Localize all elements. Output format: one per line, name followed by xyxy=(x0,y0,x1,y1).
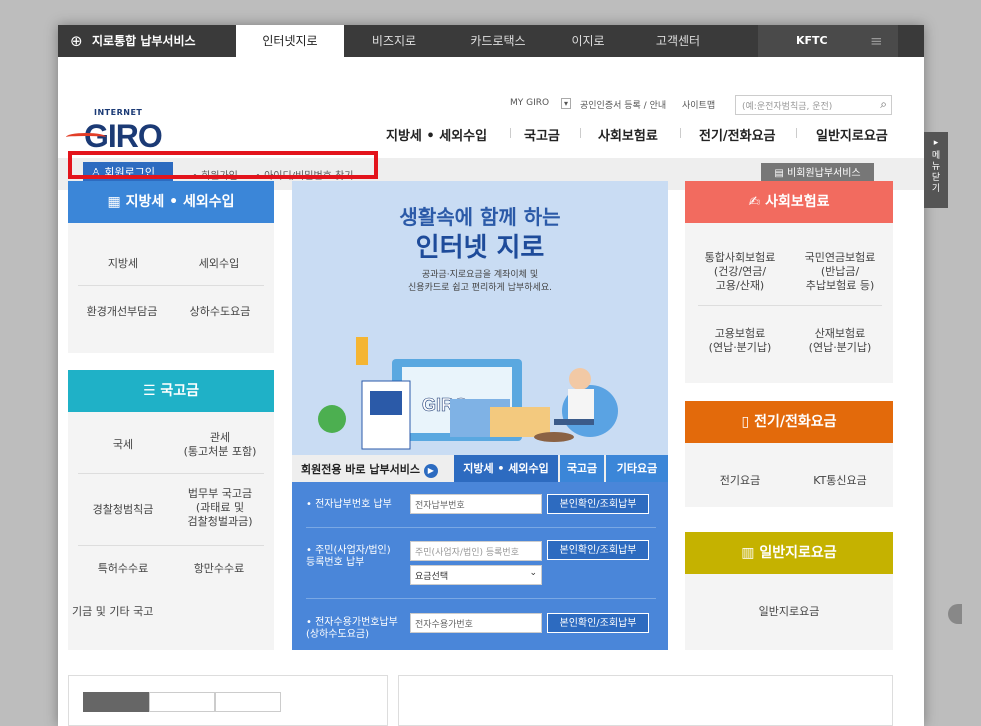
justice-ministry-link[interactable]: 법무부 국고금 (과태료 및 검찰청벌과금) xyxy=(170,487,270,529)
epay-number-label: • 전자납부번호 납부 xyxy=(306,499,392,510)
banner-line3: 공과금·지로요금을 계좌이체 및 신용카드로 쉽고 편리하게 납부하세요. xyxy=(408,270,552,293)
tab-local-tax[interactable]: 지방세 • 세외수입 xyxy=(454,455,558,482)
industrial-insurance-link[interactable]: 산재보험료 (연납·분기납) xyxy=(790,327,890,355)
chart-icon: ▥ xyxy=(741,545,755,561)
general-giro-link[interactable]: 일반지로요금 xyxy=(685,605,893,619)
pen-icon: ✍ xyxy=(748,194,761,210)
bottom-tab-2[interactable] xyxy=(149,692,215,712)
nav-general-giro[interactable]: 일반지로요금 xyxy=(816,125,888,144)
arrow-right-icon[interactable]: ▶ xyxy=(423,464,438,478)
bottom-tab-1[interactable] xyxy=(83,692,149,712)
logo-swoosh-icon xyxy=(66,133,106,141)
national-pension-link[interactable]: 국민연금보험료 (반납금/ 추납보험료 등) xyxy=(790,251,890,293)
water-account-label: • 전자수용가번호납부 (상하수도요금) xyxy=(306,617,398,640)
promo-banner[interactable]: 생활속에 함께 하는 인터넷 지로 공과금·지로요금을 계좌이체 및 신용카드로… xyxy=(292,181,668,476)
employment-insurance-link[interactable]: 고용보험료 (연납·분기납) xyxy=(692,327,788,355)
police-fine-link[interactable]: 경찰청범칙금 xyxy=(78,503,168,517)
environment-charge-link[interactable]: 환경개선부담금 xyxy=(70,305,174,319)
bottom-panel-right xyxy=(398,675,893,726)
tab-national[interactable]: 국고금 xyxy=(560,455,604,482)
kt-telecom-link[interactable]: KT통신요금 xyxy=(790,474,890,488)
banner-illustration: GIRO xyxy=(318,337,618,450)
reg-number-input[interactable]: 주민(사업자/법인) 등록번호 xyxy=(410,541,542,561)
cert-link[interactable]: 공인인증서 등록 / 안내 xyxy=(580,98,666,111)
bottom-panel-left xyxy=(68,675,388,726)
local-tax-header[interactable]: ▦ 지방세 • 세외수입 xyxy=(68,181,274,223)
electricity-bill-link[interactable]: 전기요금 xyxy=(692,474,788,488)
water-verify-button[interactable]: 본인확인/조회납부 xyxy=(547,613,649,633)
search-input[interactable]: (예:운전자범칙금, 운전) ⌕ xyxy=(735,95,892,115)
epay-number-input[interactable]: 전자납부번호 xyxy=(410,494,542,514)
hamburger-icon[interactable]: ≡ xyxy=(870,25,883,57)
general-giro-header[interactable]: ▥ 일반지로요금 xyxy=(685,532,893,574)
tab-card-tax[interactable]: 카드로택스 xyxy=(448,25,548,57)
menu-close-tab[interactable]: ▸ 메뉴닫기 xyxy=(924,132,948,208)
banner-line2: 인터넷 지로 xyxy=(415,233,545,263)
brand-title[interactable]: 지로통합 납부서비스 xyxy=(92,25,196,57)
mygiro-link[interactable]: MY GIRO xyxy=(510,98,549,108)
browser-page: ⊕ 지로통합 납부서비스 인터넷지로 비즈지로 카드로택스 이지로 고객센터 K… xyxy=(58,25,924,726)
customs-link[interactable]: 관세 (통고처분 포함) xyxy=(170,431,270,459)
tab-internet-giro[interactable]: 인터넷지로 xyxy=(236,25,344,57)
calculator-icon: ▦ xyxy=(107,194,121,210)
document-icon: ▤ xyxy=(774,168,784,179)
electric-phone-header[interactable]: ▯ 전기/전화요금 xyxy=(685,401,893,443)
caret-right-icon: ▸ xyxy=(933,138,939,148)
highlight-box xyxy=(68,151,378,179)
national-header[interactable]: ☰ 국고금 xyxy=(68,370,274,412)
tab-e-giro[interactable]: 이지로 xyxy=(548,25,628,57)
logo-subtitle: INTERNET xyxy=(94,108,143,117)
phone-icon: ▯ xyxy=(741,414,750,430)
chevron-down-icon[interactable]: ▾ xyxy=(561,98,572,109)
local-tax-link[interactable]: 지방세 xyxy=(78,257,168,271)
integrated-insurance-link[interactable]: 통합사회보험료 (건강/연금/ 고용/산재) xyxy=(692,251,788,293)
tab-other-fees[interactable]: 기타요금 xyxy=(606,455,668,482)
nav-electric-phone[interactable]: 전기/전화요금 xyxy=(699,125,776,144)
list-icon: ☰ xyxy=(142,383,156,399)
chevron-down-icon: ⌄ xyxy=(529,568,537,578)
reg-verify-button[interactable]: 본인확인/조회납부 xyxy=(547,540,649,560)
sitemap-link[interactable]: 사이트맵 xyxy=(682,98,715,111)
banner-line1: 생활속에 함께 하는 xyxy=(399,205,561,229)
nav-national[interactable]: 국고금 xyxy=(524,125,560,144)
tab-biz-giro[interactable]: 비즈지로 xyxy=(344,25,444,57)
patent-fee-link[interactable]: 특허수수료 xyxy=(78,562,168,576)
water-bill-link[interactable]: 상하수도요금 xyxy=(170,305,270,319)
nav-local-tax[interactable]: 지방세 • 세외수입 xyxy=(386,125,487,144)
reg-number-label: • 주민(사업자/법인) 등록번호 납부 xyxy=(306,545,391,568)
national-tax-link[interactable]: 국세 xyxy=(78,438,168,452)
fee-select[interactable]: 요금선택 ⌄ xyxy=(410,565,542,585)
service-title: 회원전용 바로 납부서비스 ▶ xyxy=(301,461,438,478)
scroll-handle[interactable] xyxy=(948,604,962,624)
port-fee-link[interactable]: 항만수수료 xyxy=(174,562,264,576)
epay-verify-button[interactable]: 본인확인/조회납부 xyxy=(547,494,649,514)
search-icon[interactable]: ⌕ xyxy=(880,97,887,112)
non-tax-revenue-link[interactable]: 세외수입 xyxy=(174,257,264,271)
nav-social-insurance[interactable]: 사회보험료 xyxy=(598,125,658,144)
water-account-input[interactable]: 전자수용가번호 xyxy=(410,613,542,633)
tab-customer-center[interactable]: 고객센터 xyxy=(633,25,723,57)
top-navigation: ⊕ 지로통합 납부서비스 인터넷지로 비즈지로 카드로택스 이지로 고객센터 K… xyxy=(58,25,924,57)
fund-other-link[interactable]: 기금 및 기타 국고 xyxy=(72,605,182,619)
globe-icon: ⊕ xyxy=(70,32,83,50)
bottom-tab-3[interactable] xyxy=(215,692,281,712)
social-insurance-header[interactable]: ✍ 사회보험료 xyxy=(685,181,893,223)
